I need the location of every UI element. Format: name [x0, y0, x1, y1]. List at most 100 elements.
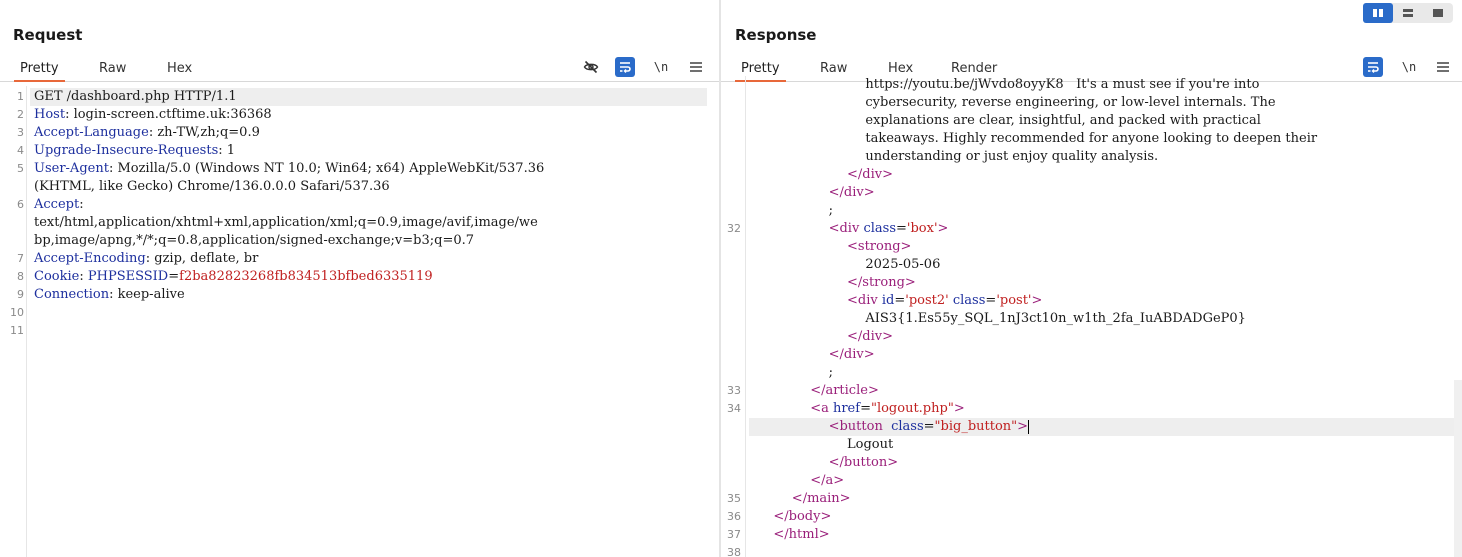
- code-line[interactable]: 9 Connection: keep-alive: [0, 286, 719, 304]
- code-text: <div id='post2' class='post'>: [847, 293, 1043, 308]
- code-line[interactable]: </button>: [721, 454, 1462, 472]
- code-line[interactable]: takeaways. Highly recommended for anyone…: [721, 130, 1462, 148]
- tab-request-hex[interactable]: Hex: [161, 59, 198, 82]
- code-text: GET /dashboard.php HTTP/1.1: [34, 89, 237, 104]
- code-line[interactable]: </div>: [721, 166, 1462, 184]
- code-line[interactable]: 2025-05-06: [721, 256, 1462, 274]
- line-number: 10: [10, 306, 24, 319]
- code-text: Host: login-screen.ctftime.uk:36368: [34, 107, 272, 122]
- hamburger-menu-icon[interactable]: [688, 57, 704, 77]
- code-line[interactable]: 4 Upgrade-Insecure-Requests: 1: [0, 142, 719, 160]
- code-line[interactable]: text/html,application/xhtml+xml,applicat…: [0, 214, 719, 232]
- code-line[interactable]: 3 Accept-Language: zh-TW,zh;q=0.9: [0, 124, 719, 142]
- code-line[interactable]: Logout: [721, 436, 1462, 454]
- code-text: </article>: [810, 383, 879, 398]
- code-text: <a href="logout.php">: [810, 401, 965, 416]
- line-number: 37: [727, 528, 741, 541]
- tab-request-raw[interactable]: Raw: [93, 59, 132, 82]
- code-text: takeaways. Highly recommended for anyone…: [865, 131, 1318, 146]
- code-line[interactable]: 35 </main>: [721, 490, 1462, 508]
- text-caret: [1028, 419, 1030, 434]
- request-editor[interactable]: 1 GET /dashboard.php HTTP/1.1 2 Host: login…: [0, 86, 719, 557]
- line-number: 3: [17, 126, 24, 139]
- code-line[interactable]: </div>: [721, 328, 1462, 346]
- code-text: Accept:: [34, 197, 84, 212]
- code-text: Logout: [847, 437, 894, 452]
- wrap-lines-icon[interactable]: [1363, 57, 1383, 77]
- code-line[interactable]: ;: [721, 202, 1462, 220]
- code-line[interactable]: (KHTML, like Gecko) Chrome/136.0.0.0 Saf…: [0, 178, 719, 196]
- line-number: 33: [727, 384, 741, 397]
- line-number: 11: [10, 324, 24, 337]
- wrap-lines-icon[interactable]: [615, 57, 635, 77]
- single-pane-icon[interactable]: [1423, 3, 1453, 23]
- code-line[interactable]: 38: [721, 544, 1462, 557]
- code-text: Upgrade-Insecure-Requests: 1: [34, 143, 236, 158]
- hamburger-menu-icon[interactable]: [1435, 57, 1451, 77]
- line-number: 1: [17, 90, 24, 103]
- code-line[interactable]: </div>: [721, 346, 1462, 364]
- line-number: 9: [17, 288, 24, 301]
- code-line[interactable]: <div id='post2' class='post'>: [721, 292, 1462, 310]
- code-text: </strong>: [847, 275, 916, 290]
- line-number: 7: [17, 252, 24, 265]
- code-line[interactable]: 1 GET /dashboard.php HTTP/1.1: [17, 88, 707, 106]
- code-line[interactable]: </a>: [721, 472, 1462, 490]
- code-line[interactable]: <button class="big_button">: [749, 418, 1462, 436]
- request-pane: Request Pretty Raw Hex \n 1 GET /dashboar…: [0, 0, 719, 557]
- response-scrollbar[interactable]: [1454, 380, 1462, 557]
- response-editor[interactable]: https://youtu.be/jWvdo8oyyK8 It's a must…: [721, 76, 1462, 557]
- line-number: 8: [17, 270, 24, 283]
- code-line[interactable]: cybersecurity, reverse engineering, or l…: [721, 94, 1462, 112]
- code-text: https://youtu.be/jWvdo8oyyK8 It's a must…: [865, 77, 1260, 92]
- code-line[interactable]: understanding or just enjoy quality anal…: [721, 148, 1462, 166]
- code-text: Accept-Encoding: gzip, deflate, br: [34, 251, 259, 266]
- response-title: Response: [735, 26, 817, 44]
- split-vertical-icon[interactable]: [1393, 3, 1423, 23]
- code-line[interactable]: 36 </body>: [721, 508, 1462, 526]
- code-line[interactable]: 34 <a href="logout.php">: [721, 400, 1462, 418]
- code-line[interactable]: 11: [0, 322, 719, 340]
- code-text: cybersecurity, reverse engineering, or l…: [865, 95, 1276, 110]
- line-number: 2: [17, 108, 24, 121]
- code-line[interactable]: ;: [721, 364, 1462, 382]
- code-line[interactable]: 32 <div class='box'>: [721, 220, 1462, 238]
- code-text: </div>: [828, 185, 875, 200]
- code-text: ;: [828, 365, 833, 380]
- code-line[interactable]: explanations are clear, insightful, and …: [721, 112, 1462, 130]
- code-line[interactable]: https://youtu.be/jWvdo8oyyK8 It's a must…: [721, 76, 1462, 94]
- code-line[interactable]: </strong>: [721, 274, 1462, 292]
- newline-toggle[interactable]: \n: [1398, 57, 1420, 77]
- code-line[interactable]: 2 Host: login-screen.ctftime.uk:36368: [0, 106, 719, 124]
- code-line[interactable]: 37 </html>: [721, 526, 1462, 544]
- code-text: Cookie: PHPSESSID=f2ba82823268fb834513bf…: [34, 269, 433, 284]
- code-text: bp,image/apng,*/*;q=0.8,application/sign…: [34, 233, 475, 248]
- code-line[interactable]: 5 User-Agent: Mozilla/5.0 (Windows NT 10.…: [0, 160, 719, 178]
- eye-slash-icon[interactable]: [581, 57, 601, 77]
- code-line[interactable]: 8 Cookie: PHPSESSID=f2ba82823268fb834513b…: [0, 268, 719, 286]
- tab-request-pretty[interactable]: Pretty: [14, 59, 65, 82]
- code-line[interactable]: 6 Accept:: [0, 196, 719, 214]
- line-number: 35: [727, 492, 741, 505]
- code-line[interactable]: bp,image/apng,*/*;q=0.8,application/sign…: [0, 232, 719, 250]
- code-text: Connection: keep-alive: [34, 287, 185, 302]
- newline-toggle[interactable]: \n: [650, 57, 672, 77]
- code-text: ;: [828, 203, 833, 218]
- layout-switch: [1363, 3, 1453, 23]
- code-text: </main>: [791, 491, 851, 506]
- code-text: </div>: [847, 329, 893, 344]
- line-number: 34: [727, 402, 741, 415]
- code-text: (KHTML, like Gecko) Chrome/136.0.0.0 Saf…: [34, 179, 390, 194]
- code-text: <button class="big_button">: [828, 419, 1030, 434]
- code-line[interactable]: </div>: [721, 184, 1462, 202]
- code-line[interactable]: AIS3{1.Es55y_SQL_1nJ3ct10n_w1th_2fa_IuAB…: [721, 310, 1462, 328]
- code-line[interactable]: 10: [0, 304, 719, 322]
- code-text: understanding or just enjoy quality anal…: [865, 149, 1159, 164]
- code-text: </div>: [847, 167, 893, 182]
- code-text: Accept-Language: zh-TW,zh;q=0.9: [34, 125, 260, 140]
- line-number: 6: [17, 198, 24, 211]
- code-line[interactable]: <strong>: [721, 238, 1462, 256]
- code-line[interactable]: 7 Accept-Encoding: gzip, deflate, br: [0, 250, 719, 268]
- code-line[interactable]: 33 </article>: [721, 382, 1462, 400]
- split-horizontal-icon[interactable]: [1363, 3, 1393, 23]
